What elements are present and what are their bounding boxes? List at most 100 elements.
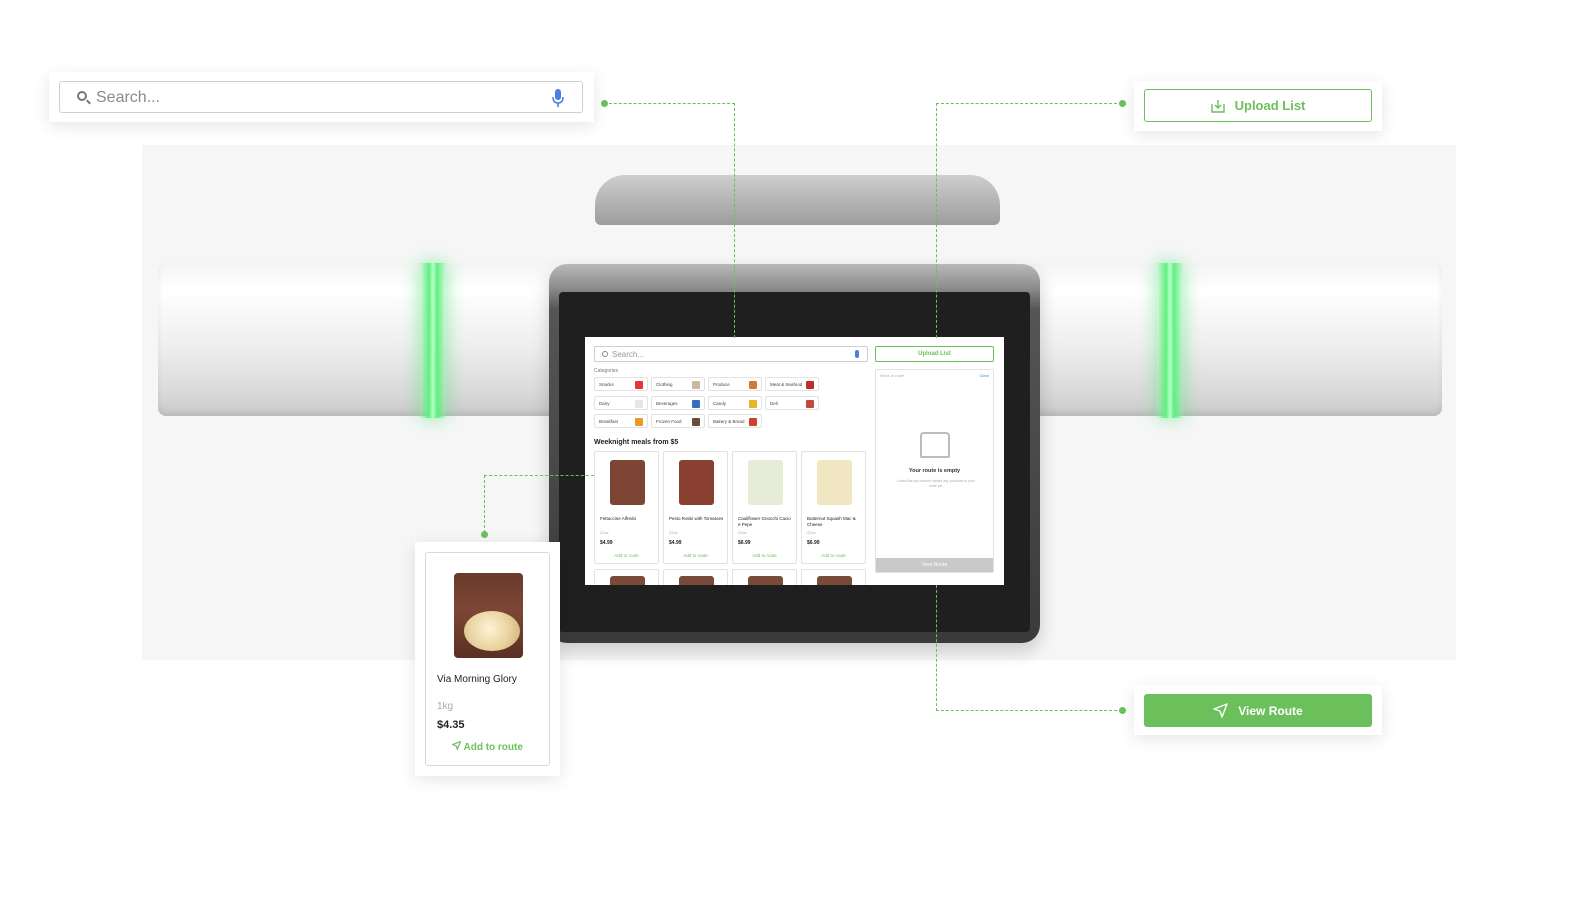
navigation-arrow-icon xyxy=(452,741,462,750)
category-chip[interactable]: Beverages xyxy=(651,396,705,410)
categories-label: Categories xyxy=(594,368,619,374)
product-callout: Via Morning Glory 1kg $4.35 Add to route xyxy=(415,542,560,776)
device-handle xyxy=(595,175,1000,225)
add-to-route-button[interactable]: Add to route xyxy=(733,553,796,558)
product-weight: 22oz xyxy=(669,530,678,535)
product-image xyxy=(748,576,783,585)
product-card-partial[interactable] xyxy=(801,569,866,585)
category-label: Frozen Food xyxy=(656,419,682,424)
product-image xyxy=(817,460,852,505)
product-name: Butternut Squash Mac & Cheese xyxy=(807,516,856,527)
screen-view-route-button[interactable]: View Route xyxy=(876,558,993,572)
product-card[interactable]: Cauliflower Gnocchi Cacio e Pepe 22oz $6.9… xyxy=(732,451,797,564)
product-card[interactable]: Pesto Rotini with Tomatoes 22oz $4.99 Add t… xyxy=(663,451,728,564)
screen-search-placeholder: Search... xyxy=(612,350,645,359)
category-icon xyxy=(692,418,700,426)
pasta-visual xyxy=(464,611,520,651)
product-card[interactable]: Butternut Squash Mac & Cheese 22oz $6.99 Ad… xyxy=(801,451,866,564)
connector-dot xyxy=(601,100,608,107)
upload-callout: Upload List xyxy=(1134,81,1382,131)
product-price: $4.99 xyxy=(669,540,682,546)
cart-light-right xyxy=(1157,263,1183,418)
category-chip[interactable]: Bakery & Bread xyxy=(708,414,762,428)
connector-line xyxy=(484,475,594,476)
product-price: $6.99 xyxy=(738,540,751,546)
screen-search-input[interactable]: Search... xyxy=(594,346,868,362)
upload-list-button[interactable]: Upload List xyxy=(1144,89,1372,122)
category-chip[interactable]: Deli xyxy=(765,396,819,410)
product-image xyxy=(679,576,714,585)
route-filter-input[interactable]: Items in route xyxy=(880,373,904,378)
category-chip[interactable]: Clothing xyxy=(651,377,705,391)
product-price: $4.99 xyxy=(600,540,613,546)
category-icon xyxy=(749,400,757,408)
microphone-icon[interactable] xyxy=(550,88,566,108)
category-label: Bakery & Bread xyxy=(713,419,745,424)
connector-line xyxy=(936,585,937,711)
search-input[interactable]: Search... xyxy=(59,81,583,113)
view-route-callout: View Route xyxy=(1134,685,1382,735)
product-weight: 22oz xyxy=(807,530,816,535)
add-to-route-button[interactable]: Add to route xyxy=(426,741,549,753)
add-to-route-button[interactable]: Add to route xyxy=(595,553,658,558)
product-image xyxy=(748,460,783,505)
connector-line xyxy=(936,103,937,338)
screen-upload-list-button[interactable]: Upload List xyxy=(875,346,994,362)
category-chip[interactable]: Meat & Seafood xyxy=(765,377,819,391)
route-clear-link[interactable]: Clear xyxy=(979,373,989,378)
product-image xyxy=(610,576,645,585)
microphone-icon[interactable] xyxy=(855,350,859,358)
category-chip[interactable]: Breakfast xyxy=(594,414,648,428)
view-route-label: View Route xyxy=(1238,703,1303,718)
category-icon xyxy=(635,418,643,426)
product-image xyxy=(679,460,714,505)
navigation-arrow-icon xyxy=(1213,703,1228,718)
search-icon xyxy=(602,351,608,357)
product-name: Cauliflower Gnocchi Cacio e Pepe xyxy=(738,516,791,527)
route-empty-subtitle: Looks like you haven't added any product… xyxy=(897,479,975,488)
connector-line xyxy=(936,103,1122,104)
connector-line xyxy=(734,103,735,338)
view-route-button[interactable]: View Route xyxy=(1144,694,1372,727)
upload-list-label: Upload List xyxy=(1234,98,1306,113)
product-weight: 22oz xyxy=(600,530,609,535)
product-weight: 22oz xyxy=(738,530,747,535)
category-icon xyxy=(806,400,814,408)
product-card[interactable]: Via Morning Glory 1kg $4.35 Add to route xyxy=(425,552,550,766)
product-card-partial[interactable] xyxy=(663,569,728,585)
category-label: Candy xyxy=(713,401,727,406)
connector-dot xyxy=(481,531,488,538)
category-icon xyxy=(806,381,814,389)
category-label: Breakfast xyxy=(599,419,619,424)
product-name: Via Morning Glory xyxy=(437,674,517,685)
category-icon xyxy=(749,418,757,426)
route-empty-title: Your route is empty xyxy=(908,468,961,474)
category-label: Clothing xyxy=(656,382,673,387)
product-card-partial[interactable] xyxy=(732,569,797,585)
cart-bar-left xyxy=(158,263,568,416)
category-label: Dairy xyxy=(599,401,610,406)
category-label: Beverages xyxy=(656,401,678,406)
category-chip[interactable]: Frozen Food xyxy=(651,414,705,428)
device-screen: Search... Upload List Categories Snacks C… xyxy=(585,337,1004,585)
add-to-route-button[interactable]: Add to route xyxy=(802,553,865,558)
product-price: $4.35 xyxy=(437,719,465,731)
category-chip[interactable]: Snacks xyxy=(594,377,648,391)
category-label: Produce xyxy=(713,382,730,387)
search-placeholder: Search... xyxy=(96,89,161,106)
map-pin-icon xyxy=(920,432,950,458)
category-icon xyxy=(635,381,643,389)
product-image xyxy=(454,573,523,658)
category-label: Meat & Seafood xyxy=(770,382,803,387)
category-chip[interactable]: Dairy xyxy=(594,396,648,410)
product-card[interactable]: Fettuccine Alfredo 22oz $4.99 Add to route xyxy=(594,451,659,564)
category-icon xyxy=(692,400,700,408)
connector-line xyxy=(484,475,485,533)
product-image xyxy=(610,460,645,505)
product-card-partial[interactable] xyxy=(594,569,659,585)
add-to-route-button[interactable]: Add to route xyxy=(664,553,727,558)
category-label: Deli xyxy=(770,401,778,406)
category-label: Snacks xyxy=(599,382,614,387)
category-chip[interactable]: Produce xyxy=(708,377,762,391)
category-chip[interactable]: Candy xyxy=(708,396,762,410)
